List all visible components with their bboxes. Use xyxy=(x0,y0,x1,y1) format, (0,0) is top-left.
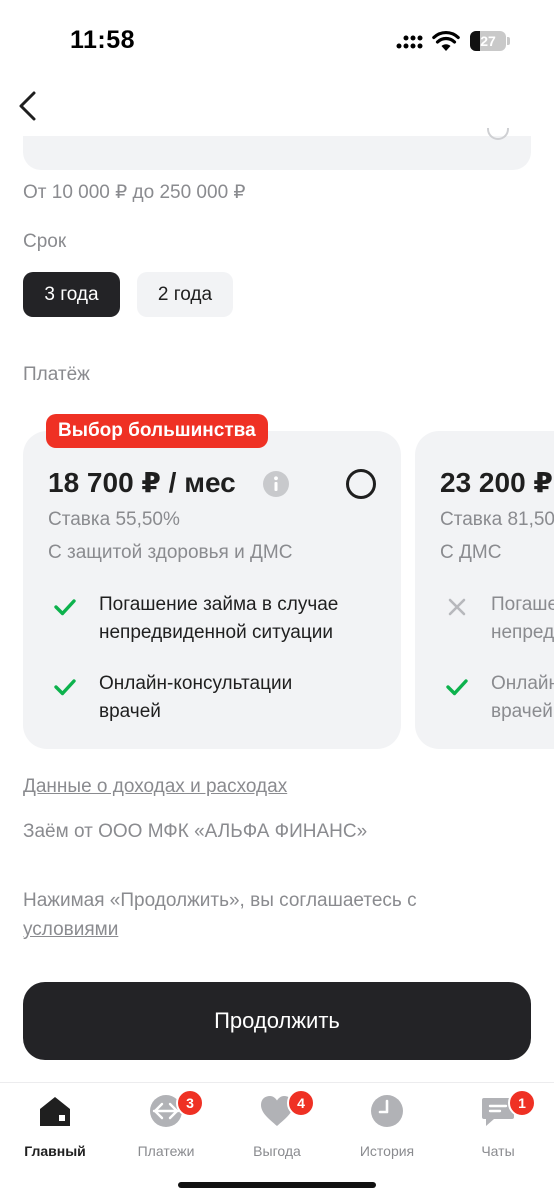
battery-icon: 27 xyxy=(470,31,510,51)
info-icon[interactable] xyxy=(262,470,290,498)
amount-field[interactable] xyxy=(23,128,531,170)
term-option-2-years[interactable]: 2 года xyxy=(137,272,233,317)
consent-text: Нажимая «Продолжить», вы соглашаетесь с … xyxy=(23,886,503,944)
tab-benefits[interactable]: 4 Выгода xyxy=(227,1089,327,1163)
slider-knob-icon[interactable] xyxy=(487,128,509,140)
card-1-feature-2-line-1: Онлайн-консультации xyxy=(99,673,293,694)
home-indicator xyxy=(178,1182,376,1188)
wifi-icon xyxy=(432,30,460,51)
status-time: 11:58 xyxy=(70,26,136,54)
card-2-price: 23 200 ₽ xyxy=(440,467,553,498)
clock-icon xyxy=(371,1095,403,1127)
tab-benefits-label: Выгода xyxy=(253,1143,301,1159)
card-2-feature-2-line-2: врачей xyxy=(491,701,553,722)
home-icon xyxy=(40,1097,70,1126)
card-1-price: 18 700 ₽ / мес xyxy=(48,467,236,498)
card-1-feature-2-line-2: врачей xyxy=(99,701,161,722)
back-chevron-icon[interactable] xyxy=(12,88,48,124)
tab-chats-label: Чаты xyxy=(481,1143,515,1159)
chats-badge: 1 xyxy=(508,1089,536,1117)
cellular-signal-icon xyxy=(396,35,423,49)
card-2-subtitle: С ДМС xyxy=(440,542,502,563)
card-2-rate: Ставка 81,50 xyxy=(440,509,554,530)
card-2-feature-1-line-2: непред xyxy=(491,622,554,643)
tab-home[interactable]: Главный xyxy=(5,1093,105,1163)
check-icon xyxy=(54,679,76,696)
card-1-feature-1-line-2: непредвиденной ситуации xyxy=(99,622,333,643)
card-1-feature-1-line-1: Погашение займа в случае xyxy=(99,594,339,615)
check-icon xyxy=(54,599,76,616)
benefits-badge: 4 xyxy=(287,1089,315,1117)
payment-label: Платёж xyxy=(23,364,90,385)
term-option-3-years[interactable]: 3 года xyxy=(23,272,120,317)
tab-home-label: Главный xyxy=(24,1143,86,1159)
cross-icon xyxy=(448,598,466,616)
tab-history-label: История xyxy=(359,1143,415,1159)
card-1-radio-button[interactable] xyxy=(346,469,376,499)
card-1-subtitle: С защитой здоровья и ДМС xyxy=(48,542,293,563)
continue-button[interactable]: Продолжить xyxy=(23,982,531,1060)
tab-history[interactable]: История xyxy=(337,1093,437,1163)
card-2-feature-1-line-1: Погаше xyxy=(491,594,554,615)
tab-chats[interactable]: 1 Чаты xyxy=(448,1089,548,1163)
consent-prefix: Нажимая «Продолжить», вы соглашаетесь с xyxy=(23,890,417,911)
tab-payments[interactable]: 3 Платежи xyxy=(116,1089,216,1163)
check-icon xyxy=(446,679,468,696)
card-2-feature-2-line-1: Онлайн xyxy=(491,673,554,694)
income-expenses-link[interactable]: Данные о доходах и расходах xyxy=(23,776,287,798)
payments-badge: 3 xyxy=(176,1089,204,1117)
amount-range-hint: От 10 000 ₽ до 250 000 ₽ xyxy=(23,182,246,203)
tab-payments-label: Платежи xyxy=(137,1143,195,1159)
payment-card-2[interactable]: 23 200 ₽ Ставка 81,50 С ДМС Погаше непре… xyxy=(415,431,554,749)
status-bar: 11:58 27 xyxy=(0,0,554,80)
terms-link[interactable]: условиями xyxy=(23,919,118,940)
battery-level: 27 xyxy=(480,33,496,49)
popular-choice-badge: Выбор большинства xyxy=(46,414,268,448)
term-label: Срок xyxy=(23,231,67,252)
card-1-rate: Ставка 55,50% xyxy=(48,509,180,530)
lender-info: Заём от ООО МФК «АЛЬФА ФИНАНС» xyxy=(23,821,368,842)
